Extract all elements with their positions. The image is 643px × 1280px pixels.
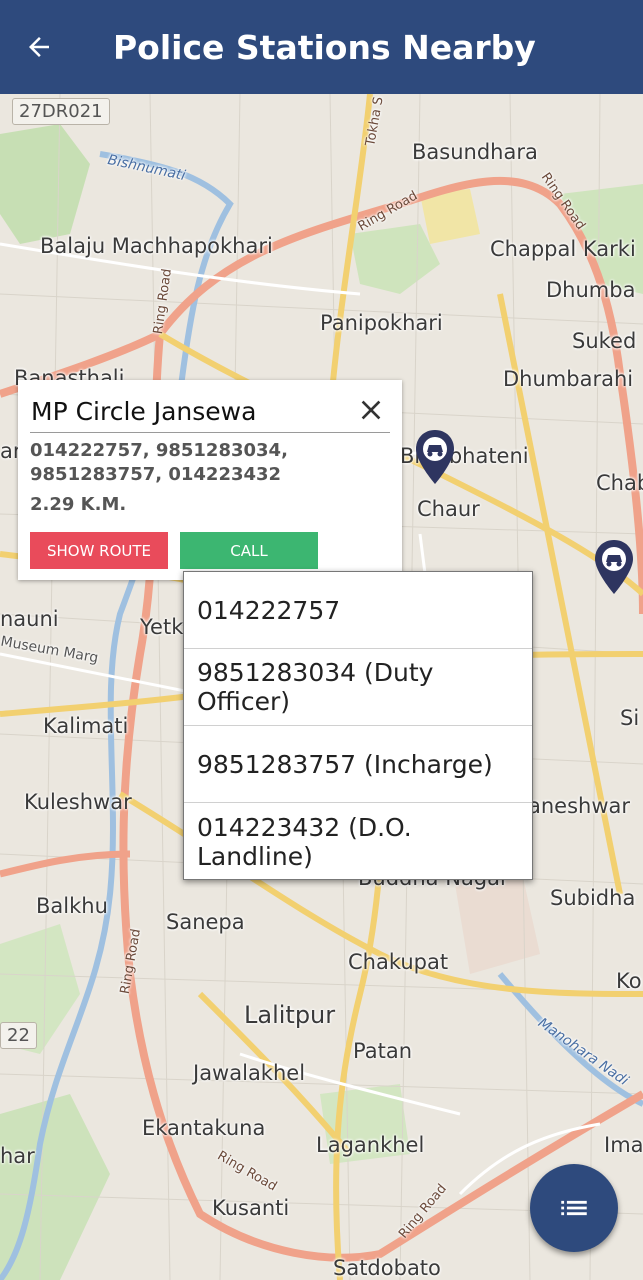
map-label: Suked bbox=[572, 329, 637, 353]
map-label: Dhumba bbox=[546, 278, 636, 302]
menu-item-phone[interactable]: 014223432 (D.O. Landline) bbox=[184, 803, 532, 880]
call-number-menu: 014222757 9851283034 (Duty Officer) 9851… bbox=[183, 571, 533, 880]
station-info-card: MP Circle Jansewa 014222757, 9851283034,… bbox=[18, 380, 402, 580]
map-label: har bbox=[0, 1144, 35, 1168]
map-label: Dhumbarahi bbox=[503, 367, 634, 391]
divider bbox=[30, 432, 390, 433]
map-label: Chab bbox=[596, 471, 643, 495]
station-name: MP Circle Jansewa bbox=[31, 397, 257, 426]
station-distance: 2.29 K.M. bbox=[30, 494, 127, 515]
map-label: Si bbox=[620, 706, 640, 730]
list-view-button[interactable] bbox=[530, 1164, 618, 1252]
back-button[interactable] bbox=[14, 22, 64, 72]
map-label: Chaur bbox=[417, 497, 480, 521]
map-label: Kusanti bbox=[212, 1196, 290, 1220]
map-label: Kalimati bbox=[43, 714, 129, 738]
station-phones: 014222757, 9851283034, 9851283757, 01422… bbox=[30, 440, 288, 485]
arrow-left-icon bbox=[29, 37, 49, 57]
show-route-button[interactable]: SHOW ROUTE bbox=[30, 532, 168, 569]
police-station-marker-icon[interactable] bbox=[414, 428, 456, 486]
list-icon bbox=[561, 1200, 587, 1216]
map-label: Sanepa bbox=[166, 910, 245, 934]
road-code-label: 27DR021 bbox=[12, 98, 110, 125]
map-label: Basundhara bbox=[412, 140, 538, 164]
menu-item-phone[interactable]: 9851283757 (Incharge) bbox=[184, 726, 532, 803]
map-label: Balkhu bbox=[36, 894, 108, 918]
menu-item-phone[interactable]: 014222757 bbox=[184, 572, 532, 649]
police-station-marker-icon[interactable] bbox=[593, 538, 635, 596]
map-label: Ekantakuna bbox=[142, 1116, 266, 1140]
map-label: Chakupat bbox=[348, 950, 449, 974]
map-label: Ko bbox=[616, 969, 642, 993]
map-label: Imado bbox=[604, 1133, 643, 1157]
map-label: Jawalakhel bbox=[193, 1061, 306, 1085]
road-code-label-2: 22 bbox=[0, 1022, 37, 1049]
map-label: Lalitpur bbox=[244, 1001, 336, 1029]
map-label: Lagankhel bbox=[316, 1133, 425, 1157]
map-label: aneshwar bbox=[528, 794, 631, 818]
app-bar: Police Stations Nearby bbox=[0, 0, 643, 94]
map-label: Balaju Machhapokhari bbox=[40, 234, 273, 258]
map-label: Yetk bbox=[140, 615, 184, 639]
menu-item-phone[interactable]: 9851283034 (Duty Officer) bbox=[184, 649, 532, 726]
call-button[interactable]: CALL bbox=[180, 532, 318, 569]
map-label: nauni bbox=[0, 607, 59, 631]
map-label: Patan bbox=[353, 1039, 413, 1063]
map-label: Panipokhari bbox=[320, 311, 443, 335]
map-label: Subidha bbox=[550, 886, 636, 910]
map-label: Chappal Karki bbox=[490, 237, 636, 261]
map-label: Satdobato bbox=[333, 1256, 441, 1280]
close-icon[interactable] bbox=[355, 394, 387, 426]
page-title: Police Stations Nearby bbox=[113, 28, 536, 67]
map-label: Kuleshwar bbox=[24, 790, 132, 814]
